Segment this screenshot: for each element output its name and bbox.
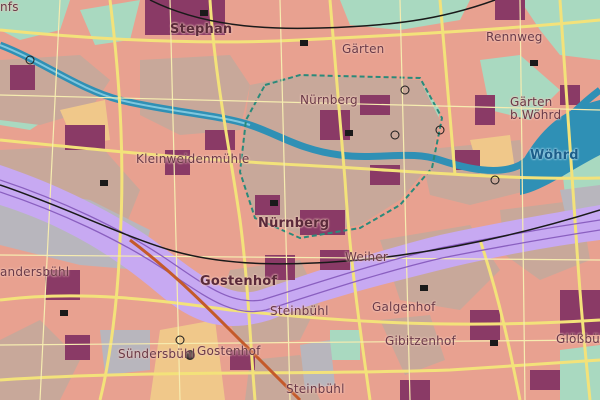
place-label-stephan: Stephan [170, 22, 233, 37]
place-label-rennweg: Rennweg [486, 30, 543, 44]
place-label-gloessbuehl: Glößbühl [556, 332, 600, 346]
place-label-steinbuehl: Steinbühl [270, 304, 329, 318]
place-label-woehrd: Wöhrd [530, 148, 579, 163]
place-label-b-woehrd: b.Wöhrd [510, 108, 562, 122]
place-label-gaerten: Gärten [342, 42, 385, 56]
place-label-kleinweidenmuehle: Kleinweidenmühle [136, 152, 250, 166]
place-label-gaerten-woehrd: Gärten [510, 95, 553, 109]
place-label-steinbuehl-south: Steinbühl [286, 382, 345, 396]
place-label-galgenhof: Galgenhof [372, 300, 436, 314]
place-label-gostenhof-south: Gostenhof [197, 344, 261, 358]
place-label-gibitzenhof: Gibitzenhof [385, 334, 456, 348]
place-label-sandersbuehl: andersbühl [0, 265, 70, 279]
place-label-weiher: Weiher [345, 250, 389, 264]
place-label-gostenhof: Gostenhof [200, 274, 278, 289]
place-label-nuernberg-north: Nürnberg [300, 93, 358, 107]
city-map[interactable]: Stephan Gärten Rennweg Gärten b.Wöhrd Wö… [0, 0, 600, 400]
place-label-edge: nfs [0, 0, 19, 14]
map-canvas [0, 0, 600, 400]
place-label-suendersbuehl: Sündersbühl [118, 347, 196, 361]
place-label-nuernberg: Nürnberg [258, 216, 330, 231]
